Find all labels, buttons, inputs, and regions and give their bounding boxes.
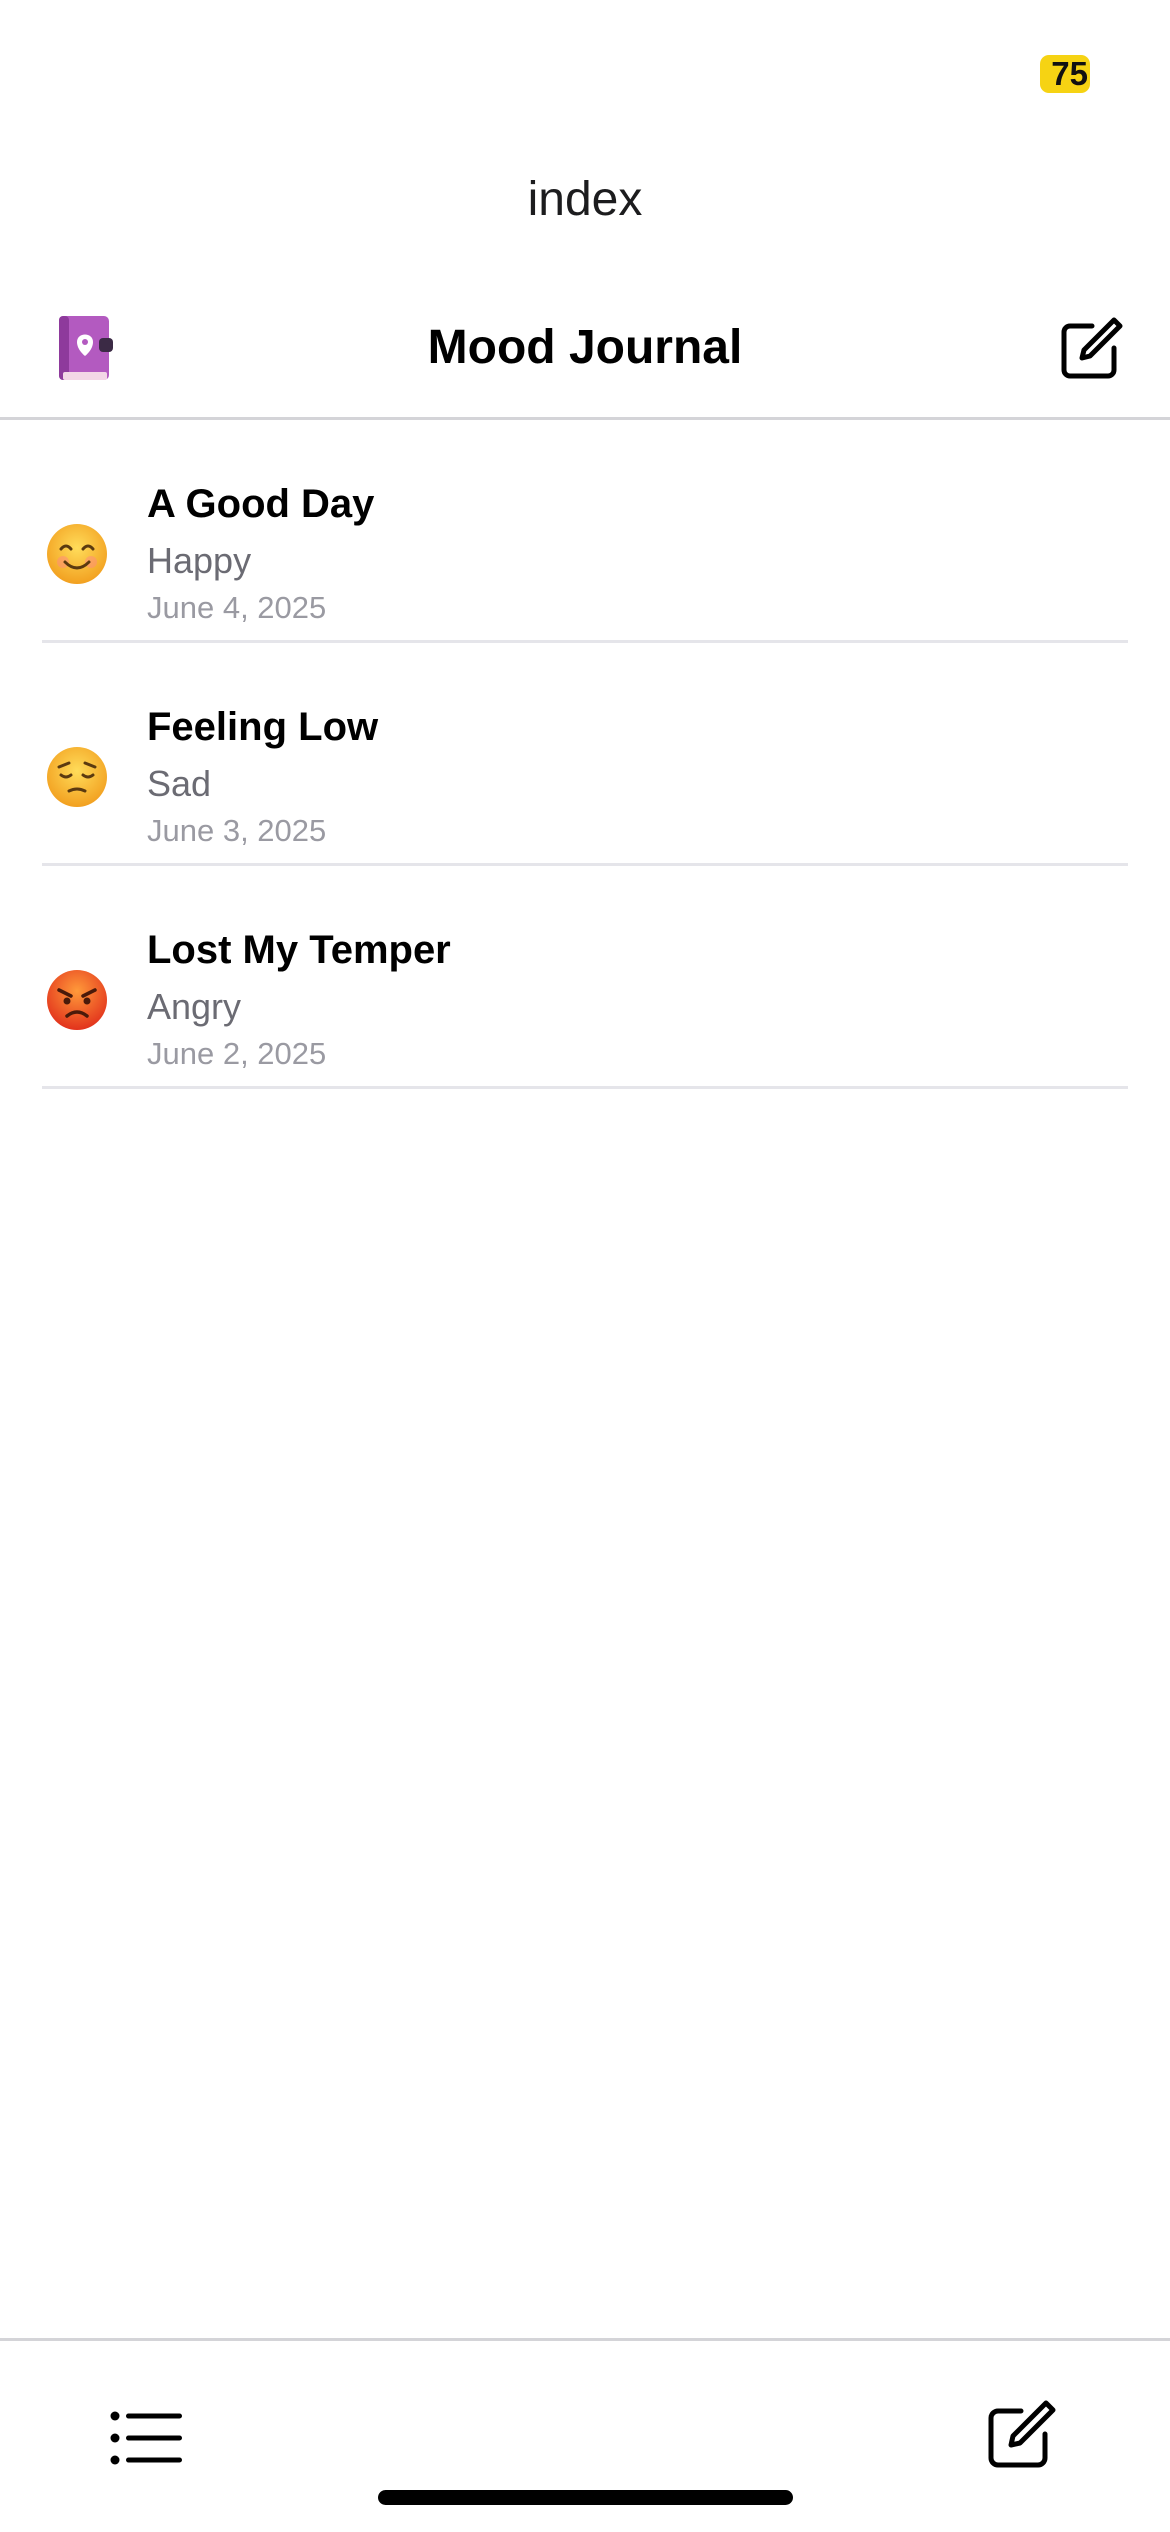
entry-list: A Good Day Happy June 4, 2025 Feeling Lo…: [0, 420, 1170, 1089]
entry-date: June 2, 2025: [147, 1036, 327, 1071]
status-bar: 75: [0, 0, 1170, 150]
entry-date: June 3, 2025: [147, 813, 327, 848]
route-title: index: [527, 173, 643, 226]
entry-mood: Sad: [147, 763, 212, 804]
pensive-face-icon: [47, 747, 107, 807]
angry-face-icon: [47, 970, 107, 1030]
list-item[interactable]: Lost My Temper Angry June 2, 2025: [42, 866, 1128, 1089]
list-item[interactable]: A Good Day Happy June 4, 2025: [42, 420, 1128, 643]
battery-level-badge: 75: [1040, 55, 1090, 93]
compose-icon[interactable]: [1058, 316, 1124, 382]
entry-title: A Good Day: [147, 482, 375, 526]
list-item[interactable]: Feeling Low Sad June 3, 2025: [42, 643, 1128, 866]
entry-mood: Happy: [147, 540, 252, 581]
smiling-face-icon: [47, 524, 107, 584]
home-indicator: [378, 2490, 793, 2505]
list-icon[interactable]: [110, 2411, 184, 2465]
nav-title: Mood Journal: [427, 321, 743, 374]
entry-title: Feeling Low: [147, 705, 379, 749]
nav-header: Mood Journal: [0, 292, 1170, 420]
entry-title: Lost My Temper: [147, 928, 451, 972]
compose-icon[interactable]: [985, 2399, 1057, 2471]
entry-mood: Angry: [147, 986, 242, 1027]
entry-date: June 4, 2025: [147, 590, 327, 625]
